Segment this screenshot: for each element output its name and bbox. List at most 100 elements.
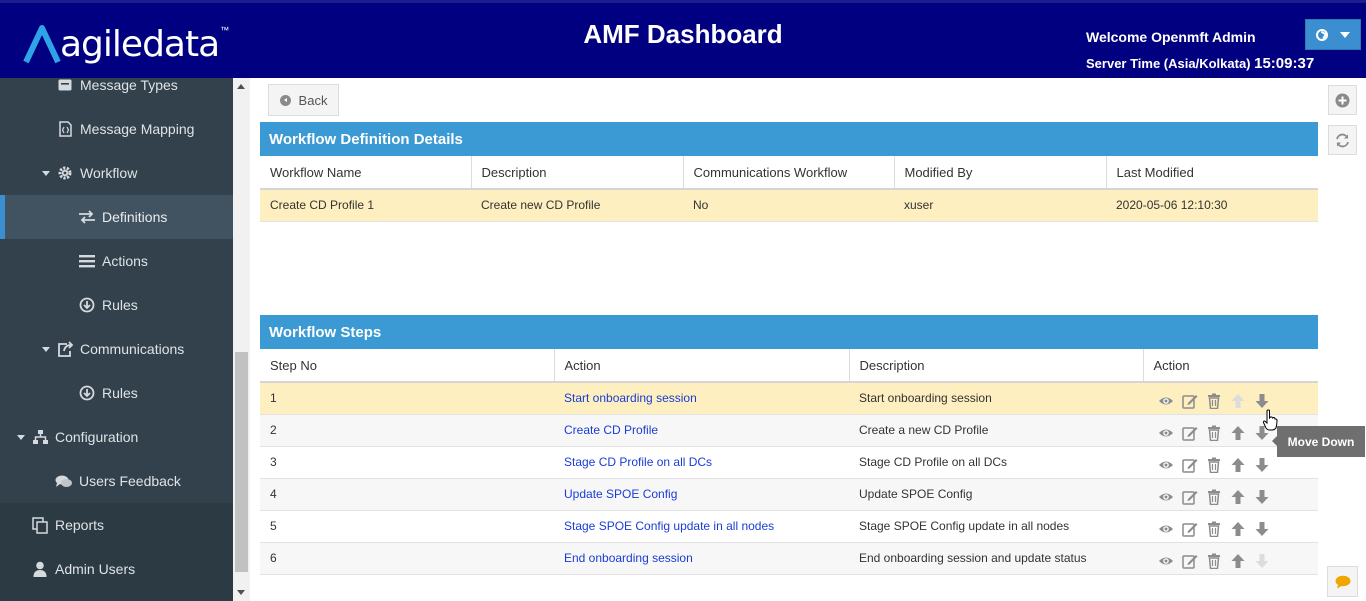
step-no-cell: 4	[260, 478, 554, 511]
logo-text: agiledata	[60, 23, 220, 65]
move-up-arrow-icon[interactable]	[1229, 552, 1247, 570]
step-no-cell: 1	[260, 382, 554, 415]
view-eye-icon[interactable]	[1157, 456, 1175, 474]
delete-trash-icon[interactable]	[1205, 488, 1223, 506]
delete-trash-icon[interactable]	[1205, 520, 1223, 538]
move-down-arrow-icon[interactable]	[1253, 392, 1271, 410]
share-square-icon	[56, 340, 74, 358]
top-header: agiledata ™ AMF Dashboard Welcome Openmf…	[0, 0, 1366, 78]
edit-icon[interactable]	[1181, 424, 1199, 442]
scroll-down-arrow-icon[interactable]	[237, 590, 245, 595]
sidebar-item-definitions[interactable]: Definitions	[0, 195, 233, 239]
gear-icon	[56, 164, 74, 182]
step-action-link[interactable]: Stage CD Profile on all DCs	[564, 455, 712, 469]
sidebar-item-configuration[interactable]: Configuration	[0, 415, 233, 459]
step-actions-cell	[1143, 510, 1318, 543]
view-eye-icon[interactable]	[1157, 424, 1175, 442]
step-action-link[interactable]: Stage SPOE Config update in all nodes	[564, 519, 774, 533]
view-eye-icon[interactable]	[1157, 392, 1175, 410]
user-menu-button[interactable]	[1305, 19, 1361, 50]
feedback-chat-button[interactable]	[1327, 566, 1358, 597]
column-header[interactable]: Action	[1143, 349, 1318, 383]
column-header[interactable]: Last Modified	[1106, 156, 1318, 190]
table-row[interactable]: 6 End onboarding session End onboarding se…	[260, 542, 1318, 575]
sidebar-item-communications[interactable]: Communications	[0, 327, 233, 371]
user-circle-icon	[1316, 28, 1328, 41]
sidebar-item-reports[interactable]: Reports	[0, 503, 233, 547]
view-eye-icon[interactable]	[1157, 520, 1175, 538]
edit-icon[interactable]	[1181, 520, 1199, 538]
comments-icon	[55, 472, 73, 490]
move-up-arrow-icon[interactable]	[1229, 456, 1247, 474]
step-no-cell: 5	[260, 510, 554, 543]
view-eye-icon[interactable]	[1157, 552, 1175, 570]
sidebar-item-admin-users[interactable]: Admin Users	[0, 547, 233, 591]
add-button[interactable]	[1328, 85, 1357, 115]
column-header[interactable]: Description	[471, 156, 684, 190]
delete-trash-icon[interactable]	[1205, 392, 1223, 410]
move-up-arrow-icon[interactable]	[1229, 424, 1247, 442]
table-row[interactable]: 5 Stage SPOE Config update in all nodes St…	[260, 510, 1318, 543]
step-description-cell: Stage SPOE Config update in all nodes	[849, 510, 1143, 543]
table-row[interactable]: 1 Start onboarding session Start onboardin…	[260, 382, 1318, 415]
view-eye-icon[interactable]	[1157, 488, 1175, 506]
table-row[interactable]: Create CD Profile 1 Create new CD Profil…	[260, 189, 1318, 222]
sidebar-item-label: Communications	[80, 341, 185, 357]
step-action-link[interactable]: Start onboarding session	[564, 391, 697, 405]
move-down-arrow-icon[interactable]	[1253, 520, 1271, 538]
step-actions-cell	[1143, 478, 1318, 511]
workflow-steps-table: Step No Action Description Action 1 Start…	[260, 349, 1318, 575]
sidebar-item-message-types[interactable]: Message Types	[0, 78, 233, 107]
edit-icon[interactable]	[1181, 552, 1199, 570]
edit-icon[interactable]	[1181, 456, 1199, 474]
refresh-button[interactable]	[1328, 125, 1357, 155]
step-action-link[interactable]: End onboarding session	[564, 551, 693, 565]
move-down-arrow-icon[interactable]	[1253, 456, 1271, 474]
edit-icon[interactable]	[1181, 488, 1199, 506]
sidebar-item-label: Workflow	[80, 165, 138, 181]
step-description-cell: Create a new CD Profile	[849, 414, 1143, 447]
caret-down-icon	[1340, 31, 1350, 38]
scrollbar-thumb[interactable]	[235, 352, 248, 572]
step-action-link[interactable]: Update SPOE Config	[564, 487, 677, 501]
delete-trash-icon[interactable]	[1205, 552, 1223, 570]
copy-icon	[31, 516, 49, 534]
move-up-arrow-icon[interactable]	[1229, 520, 1247, 538]
sidebar-item-actions[interactable]: Actions	[0, 239, 233, 283]
delete-trash-icon[interactable]	[1205, 424, 1223, 442]
step-actions-cell	[1143, 542, 1318, 575]
edit-icon[interactable]	[1181, 392, 1199, 410]
sidebar-item-workflow-rules[interactable]: Rules	[0, 283, 233, 327]
table-row[interactable]: 3 Stage CD Profile on all DCs Stage CD Pro…	[260, 446, 1318, 479]
sidebar-item-workflow[interactable]: Workflow	[0, 151, 233, 195]
sidebar-item-communications-rules[interactable]: Rules	[0, 371, 233, 415]
step-description-cell: Stage CD Profile on all DCs	[849, 446, 1143, 479]
move-down-arrow-icon[interactable]	[1253, 488, 1271, 506]
step-action-cell: Start onboarding session	[554, 382, 849, 415]
move-down-tooltip: Move Down	[1272, 426, 1365, 457]
envelope-icon	[56, 78, 74, 94]
scroll-up-arrow-icon[interactable]	[237, 84, 245, 89]
sidebar-scrollbar[interactable]	[233, 78, 250, 601]
move-up-arrow-icon	[1229, 392, 1247, 410]
step-action-cell: Stage CD Profile on all DCs	[554, 446, 849, 479]
step-action-link[interactable]: Create CD Profile	[564, 423, 658, 437]
table-row[interactable]: 2 Create CD Profile Create a new CD Profil…	[260, 414, 1318, 447]
exchange-icon	[78, 208, 96, 226]
agiledata-logo[interactable]: agiledata ™	[22, 21, 229, 67]
column-header[interactable]: Description	[849, 349, 1144, 383]
column-header[interactable]: Action	[554, 349, 850, 383]
back-button[interactable]: Back	[268, 84, 339, 116]
column-header[interactable]: Workflow Name	[260, 156, 472, 190]
caret-down-icon	[17, 434, 25, 440]
circle-arrow-down-icon	[78, 296, 96, 314]
sidebar-item-label: Users Feedback	[79, 473, 181, 489]
move-up-arrow-icon[interactable]	[1229, 488, 1247, 506]
sidebar-item-message-mapping[interactable]: Message Mapping	[0, 107, 233, 151]
column-header[interactable]: Step No	[260, 349, 555, 383]
column-header[interactable]: Modified By	[894, 156, 1107, 190]
sidebar-item-users-feedback[interactable]: Users Feedback	[0, 459, 233, 503]
delete-trash-icon[interactable]	[1205, 456, 1223, 474]
column-header[interactable]: Communications Workflow	[683, 156, 895, 190]
table-row[interactable]: 4 Update SPOE Config Update SPOE Config	[260, 478, 1318, 511]
